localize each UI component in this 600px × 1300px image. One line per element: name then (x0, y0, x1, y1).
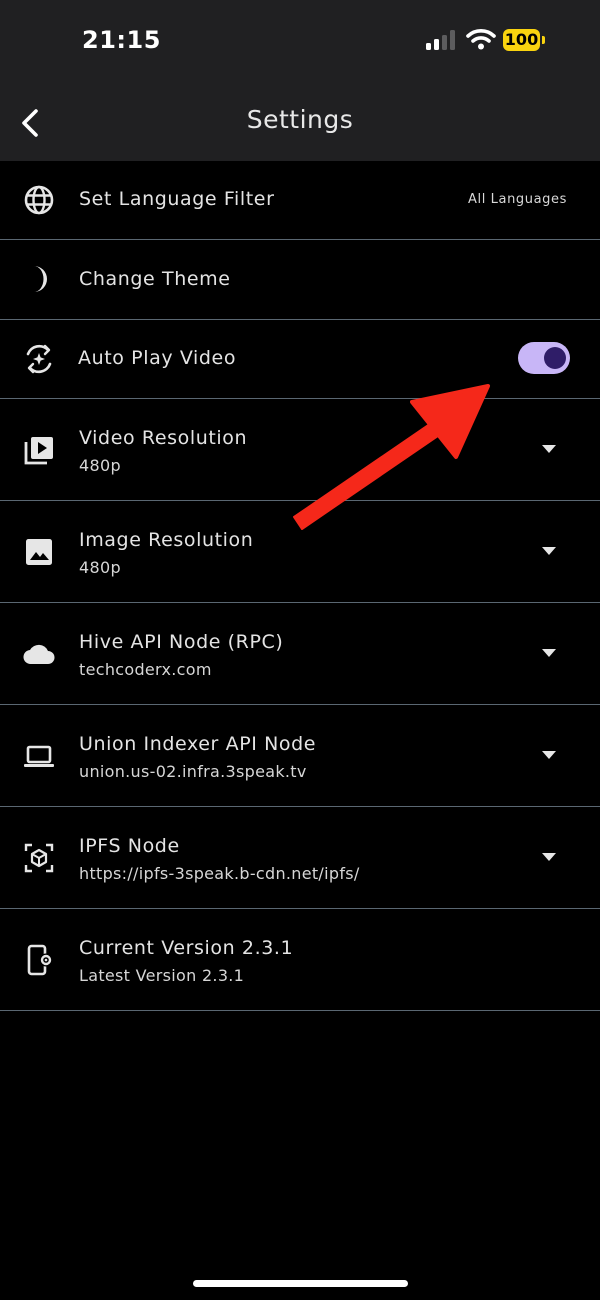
home-indicator[interactable] (193, 1280, 408, 1287)
setting-title: Video Resolution (79, 427, 248, 449)
setting-title: Change Theme (79, 268, 231, 290)
setting-subtitle: techcoderx.com (79, 660, 212, 679)
phone-settings-icon (27, 944, 53, 976)
battery-icon: 100 (503, 29, 545, 52)
setting-union-indexer-node[interactable]: Union Indexer API Node union.us-02.infra… (0, 705, 600, 807)
language-filter-value: All Languages (468, 192, 567, 207)
dropdown-arrow-icon[interactable] (542, 445, 556, 453)
page-title: Settings (246, 105, 354, 134)
setting-language-filter[interactable]: Set Language Filter All Languages (0, 161, 600, 240)
setting-subtitle: union.us-02.infra.3speak.tv (79, 762, 307, 781)
dropdown-arrow-icon[interactable] (542, 853, 556, 861)
wifi-icon (466, 29, 496, 50)
setting-subtitle: https://ipfs-3speak.b-cdn.net/ipfs/ (79, 864, 360, 883)
video-library-icon (24, 437, 53, 465)
dropdown-arrow-icon[interactable] (542, 547, 556, 555)
battery-level: 100 (503, 29, 540, 51)
setting-title: Union Indexer API Node (79, 733, 317, 755)
dropdown-arrow-icon[interactable] (542, 751, 556, 759)
setting-hive-api-node[interactable]: Hive API Node (RPC) techcoderx.com (0, 603, 600, 705)
setting-ipfs-node[interactable]: IPFS Node https://ipfs-3speak.b-cdn.net/… (0, 807, 600, 909)
setting-title: IPFS Node (79, 835, 180, 857)
auto-play-icon (26, 344, 52, 374)
laptop-icon (24, 745, 54, 767)
setting-version-info: Current Version 2.3.1 Latest Version 2.3… (0, 909, 600, 1011)
settings-list: Set Language Filter All Languages Change… (0, 161, 600, 1011)
cloud-icon (23, 644, 55, 665)
setting-image-resolution[interactable]: Image Resolution 480p (0, 501, 600, 603)
toggle-knob (544, 347, 566, 369)
app-bar: Settings (0, 85, 600, 161)
setting-subtitle: Latest Version 2.3.1 (79, 966, 245, 985)
image-icon (26, 539, 52, 565)
setting-change-theme[interactable]: Change Theme (0, 240, 600, 320)
setting-auto-play-video[interactable]: Auto Play Video (0, 320, 600, 399)
cube-scan-icon (24, 843, 54, 873)
dropdown-arrow-icon[interactable] (542, 649, 556, 657)
status-bar: 21:15 100 (0, 0, 600, 85)
battery-nub (542, 36, 545, 44)
setting-subtitle: 480p (79, 558, 121, 577)
cellular-signal-icon (426, 30, 455, 50)
status-time: 21:15 (82, 26, 161, 54)
setting-title: Auto Play Video (78, 347, 237, 369)
setting-video-resolution[interactable]: Video Resolution 480p (0, 399, 600, 501)
auto-play-toggle[interactable] (518, 342, 570, 374)
globe-icon (24, 185, 54, 215)
setting-title: Set Language Filter (79, 188, 275, 210)
setting-subtitle: 480p (79, 456, 121, 475)
setting-title: Hive API Node (RPC) (79, 631, 284, 653)
setting-title: Current Version 2.3.1 (79, 937, 294, 959)
moon-icon (34, 266, 47, 292)
setting-title: Image Resolution (79, 529, 254, 551)
